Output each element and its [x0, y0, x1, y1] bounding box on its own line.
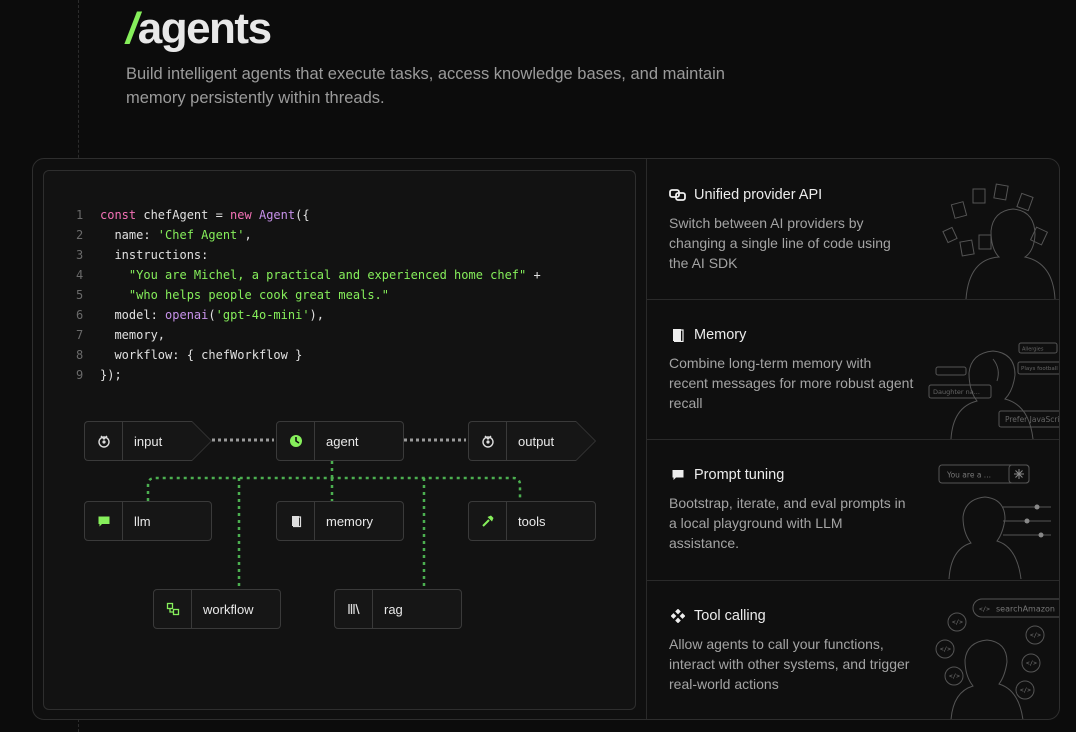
feature-unified-provider-api: Unified provider API Switch between AI p… [647, 159, 1059, 299]
prompt-illustration: You are a ... [938, 464, 1051, 579]
chat-icon [85, 502, 123, 540]
features-card: 1 const chefAgent = new Agent({ 2 name: '… [32, 158, 1060, 720]
robot-icon [85, 422, 123, 460]
node-label: rag [384, 601, 403, 617]
feature-title: Unified provider API [694, 187, 823, 203]
prompt-input-text: You are a ... [946, 471, 991, 480]
memory-tag: Plays football [1021, 366, 1058, 372]
node-label: memory [326, 513, 373, 529]
node-llm[interactable]: llm [84, 501, 212, 541]
svg-text:</>: </> [1020, 687, 1031, 694]
book-icon [669, 328, 686, 343]
workflow-icon [154, 590, 192, 628]
node-label: workflow [203, 601, 254, 617]
svg-text:</>: </> [949, 673, 960, 680]
feature-description: Bootstrap, iterate, and eval prompts in … [669, 495, 906, 551]
feature-tool-calling: Tool calling Allow agents to call your f… [647, 580, 1059, 719]
node-label: tools [518, 513, 546, 529]
memory-tag: Allergies [1022, 347, 1044, 353]
node-rag[interactable]: rag [334, 589, 462, 629]
book-icon [277, 502, 315, 540]
node-memory[interactable]: memory [276, 501, 404, 541]
title-slash: / [126, 4, 138, 53]
link-icon [669, 188, 686, 203]
svg-text:</>: </> [940, 646, 951, 653]
page-title: /agents [126, 4, 272, 54]
feature-heading: Tool calling [669, 608, 766, 624]
node-label: agent [326, 433, 359, 449]
svg-text:</>: </> [979, 606, 990, 613]
node-label: llm [134, 513, 151, 529]
feature-description: Switch between AI providers by changing … [669, 215, 891, 271]
agent-icon [277, 422, 315, 460]
svg-text:</>: </> [952, 619, 963, 626]
feature-heading: Prompt tuning [669, 467, 784, 483]
page-subtitle: Build intelligent agents that execute ta… [126, 65, 725, 107]
svg-text:</>: </> [1030, 632, 1041, 639]
chat-icon [669, 468, 686, 483]
feature-heading: Unified provider API [669, 187, 822, 203]
feature-description: Allow agents to call your functions, int… [669, 636, 910, 692]
feature-title: Memory [694, 327, 747, 343]
provider-illustration [942, 183, 1056, 299]
node-input[interactable]: input [84, 421, 212, 461]
memory-tag: Prefer JavaScript [1005, 415, 1060, 424]
node-agent[interactable]: agent [276, 421, 404, 461]
tool-illustration: </> </> </> </> </> </> </> searchAmazon [935, 598, 1059, 719]
node-tools[interactable]: tools [468, 501, 596, 541]
memory-illustration: Daughter na... Prefer JavaScript Plays f… [928, 342, 1060, 439]
svg-text:</>: </> [1026, 660, 1037, 667]
feature-prompt-tuning: Prompt tuning Bootstrap, iterate, and ev… [647, 439, 1059, 580]
feature-memory: Memory Combine long-term memory with rec… [647, 299, 1060, 439]
node-label: input [134, 433, 163, 449]
library-icon [335, 590, 373, 628]
tool-tag: searchAmazon [996, 605, 1055, 614]
node-output[interactable]: output [468, 421, 596, 461]
node-label: output [518, 433, 555, 449]
code-diagram-panel: 1 const chefAgent = new Agent({ 2 name: '… [43, 170, 636, 710]
feature-title: Prompt tuning [694, 467, 785, 483]
title-text: agents [137, 4, 272, 53]
robot-icon [469, 422, 507, 460]
hammer-icon [469, 502, 507, 540]
node-workflow[interactable]: workflow [153, 589, 281, 629]
tools-icon [669, 609, 686, 624]
memory-tag: Daughter na... [933, 388, 980, 396]
feature-heading: Memory [669, 327, 746, 343]
feature-title: Tool calling [694, 608, 766, 624]
feature-description: Combine long-term memory with recent mes… [669, 355, 914, 411]
